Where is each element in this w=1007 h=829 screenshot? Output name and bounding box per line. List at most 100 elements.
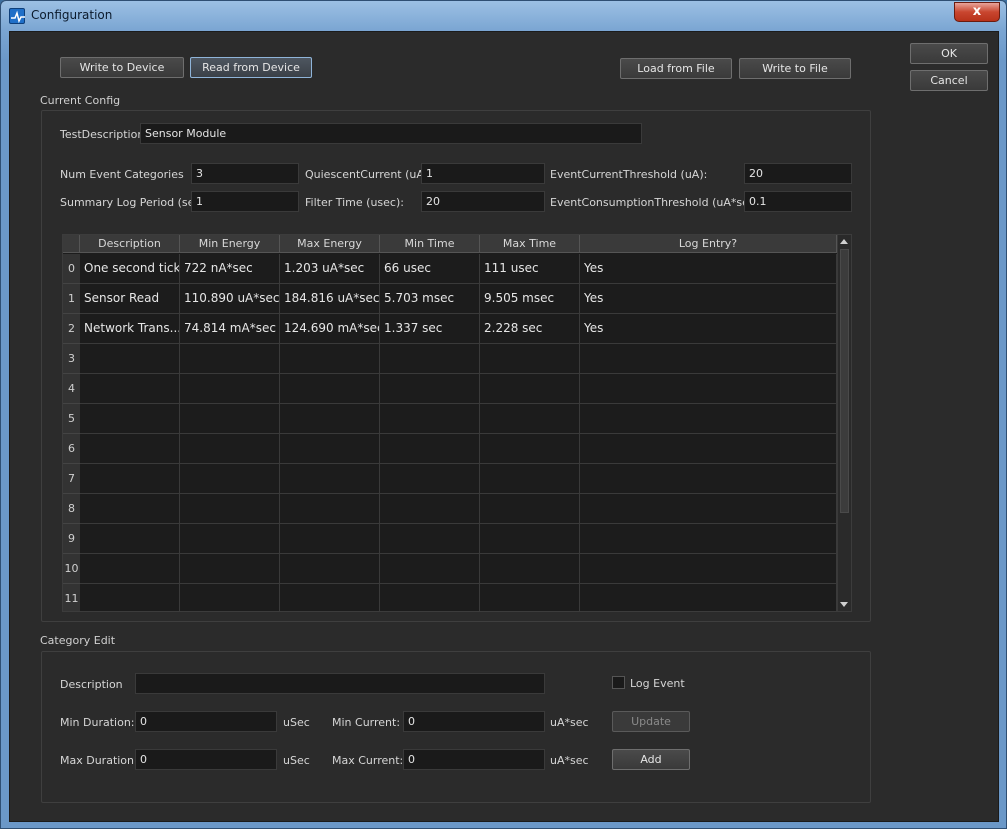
- table-cell[interactable]: [580, 584, 837, 611]
- test-description-field[interactable]: Sensor Module: [140, 123, 642, 144]
- row-number[interactable]: 8: [63, 494, 80, 524]
- column-header-description[interactable]: Description: [80, 235, 180, 253]
- table-cell[interactable]: [380, 374, 480, 404]
- table-cell[interactable]: [480, 494, 580, 524]
- table-row[interactable]: 8: [63, 494, 837, 524]
- table-row[interactable]: 1 Sensor Read 110.890 uA*sec 184.816 uA*sec…: [63, 284, 837, 314]
- table-row[interactable]: 10: [63, 554, 837, 584]
- row-number[interactable]: 5: [63, 404, 80, 434]
- table-cell[interactable]: [180, 584, 280, 611]
- table-cell[interactable]: [580, 434, 837, 464]
- table-cell[interactable]: 722 nA*sec: [180, 254, 280, 284]
- table-cell[interactable]: [480, 524, 580, 554]
- table-cell[interactable]: [480, 344, 580, 374]
- table-cell[interactable]: [180, 404, 280, 434]
- table-cell[interactable]: [180, 464, 280, 494]
- table-cell[interactable]: [480, 464, 580, 494]
- scroll-up-arrow-icon[interactable]: [840, 239, 848, 244]
- row-number[interactable]: 10: [63, 554, 80, 584]
- row-number[interactable]: 6: [63, 434, 80, 464]
- table-cell[interactable]: [380, 554, 480, 584]
- table-cell[interactable]: [80, 524, 180, 554]
- read-from-device-button[interactable]: Read from Device: [190, 57, 312, 78]
- table-cell[interactable]: [380, 494, 480, 524]
- load-from-file-button[interactable]: Load from File: [620, 58, 732, 79]
- table-cell[interactable]: [280, 344, 380, 374]
- table-row[interactable]: 11: [63, 584, 837, 611]
- row-number[interactable]: 3: [63, 344, 80, 374]
- table-cell[interactable]: Yes: [580, 284, 837, 314]
- table-cell[interactable]: 124.690 mA*sec: [280, 314, 380, 344]
- table-cell[interactable]: [280, 584, 380, 611]
- category-description-field[interactable]: [135, 673, 545, 694]
- table-cell[interactable]: [80, 434, 180, 464]
- table-cell[interactable]: [380, 524, 480, 554]
- table-cell[interactable]: [180, 554, 280, 584]
- min-current-field[interactable]: 0: [403, 711, 545, 732]
- table-cell[interactable]: [580, 554, 837, 584]
- table-cell[interactable]: [180, 344, 280, 374]
- event-categories-table[interactable]: Description Min Energy Max Energy Min Ti…: [62, 234, 852, 612]
- write-to-device-button[interactable]: Write to Device: [60, 57, 184, 78]
- table-cell[interactable]: [180, 494, 280, 524]
- row-number[interactable]: 11: [63, 584, 80, 611]
- row-number[interactable]: 0: [63, 254, 80, 284]
- table-cell[interactable]: [480, 374, 580, 404]
- table-cell[interactable]: [380, 404, 480, 434]
- table-cell[interactable]: [380, 434, 480, 464]
- scrollbar-thumb[interactable]: [840, 249, 849, 513]
- table-cell[interactable]: [380, 584, 480, 611]
- table-cell[interactable]: [280, 554, 380, 584]
- table-cell[interactable]: [80, 404, 180, 434]
- table-cell[interactable]: 111 usec: [480, 254, 580, 284]
- table-cell[interactable]: [280, 494, 380, 524]
- table-cell[interactable]: [280, 464, 380, 494]
- max-current-field[interactable]: 0: [403, 749, 545, 770]
- table-cell[interactable]: [480, 434, 580, 464]
- table-cell[interactable]: 110.890 uA*sec: [180, 284, 280, 314]
- table-cell[interactable]: [480, 404, 580, 434]
- table-row[interactable]: 2 Network Trans... 74.814 mA*sec 124.690 mA…: [63, 314, 837, 344]
- column-header-log-entry[interactable]: Log Entry?: [580, 235, 837, 253]
- cancel-button[interactable]: Cancel: [910, 70, 988, 91]
- table-cell[interactable]: [80, 374, 180, 404]
- table-cell[interactable]: [180, 524, 280, 554]
- table-cell[interactable]: [580, 374, 837, 404]
- row-number[interactable]: 1: [63, 284, 80, 314]
- table-cell[interactable]: Yes: [580, 254, 837, 284]
- table-cell[interactable]: 66 usec: [380, 254, 480, 284]
- close-button[interactable]: x: [954, 2, 1000, 22]
- table-scrollbar[interactable]: [837, 235, 851, 611]
- event-consumption-threshold-field[interactable]: 0.1: [744, 191, 852, 212]
- table-cell[interactable]: [580, 464, 837, 494]
- table-row[interactable]: 3: [63, 344, 837, 374]
- update-button[interactable]: Update: [612, 711, 690, 732]
- title-bar[interactable]: Configuration x: [1, 1, 1006, 31]
- table-cell[interactable]: [580, 404, 837, 434]
- column-header-min-energy[interactable]: Min Energy: [180, 235, 280, 253]
- table-cell[interactable]: [280, 434, 380, 464]
- table-row[interactable]: 5: [63, 404, 837, 434]
- row-number[interactable]: 7: [63, 464, 80, 494]
- table-cell[interactable]: [280, 524, 380, 554]
- table-cell[interactable]: [80, 584, 180, 611]
- write-to-file-button[interactable]: Write to File: [739, 58, 851, 79]
- table-cell[interactable]: [280, 404, 380, 434]
- table-cell[interactable]: [580, 344, 837, 374]
- table-cell[interactable]: Network Trans...: [80, 314, 180, 344]
- row-number[interactable]: 2: [63, 314, 80, 344]
- num-event-categories-field[interactable]: 3: [191, 163, 299, 184]
- table-row[interactable]: 6: [63, 434, 837, 464]
- quiescent-current-field[interactable]: 1: [421, 163, 545, 184]
- table-cell[interactable]: 5.703 msec: [380, 284, 480, 314]
- table-row[interactable]: 7: [63, 464, 837, 494]
- scroll-down-arrow-icon[interactable]: [840, 602, 848, 607]
- table-cell[interactable]: [280, 374, 380, 404]
- log-event-checkbox[interactable]: [612, 676, 625, 689]
- table-cell[interactable]: 184.816 uA*sec: [280, 284, 380, 314]
- table-cell[interactable]: Yes: [580, 314, 837, 344]
- row-number[interactable]: 4: [63, 374, 80, 404]
- min-duration-field[interactable]: 0: [135, 711, 277, 732]
- ok-button[interactable]: OK: [910, 43, 988, 64]
- table-cell[interactable]: [80, 494, 180, 524]
